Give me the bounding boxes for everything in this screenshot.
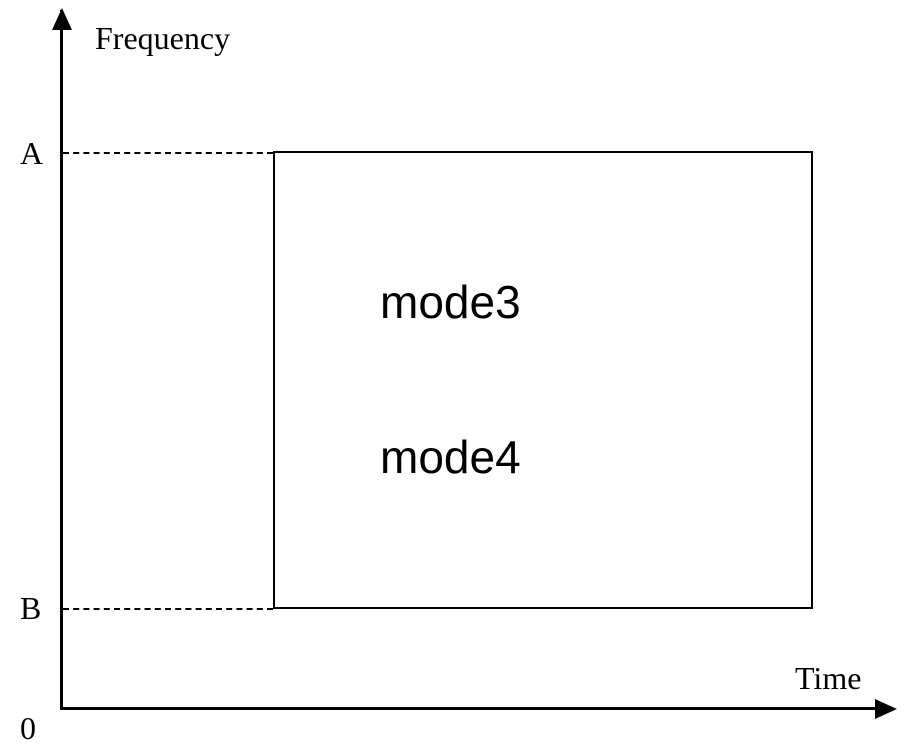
y-tick-b-label: B xyxy=(20,590,41,627)
resource-block-box xyxy=(273,151,813,609)
y-axis-line xyxy=(60,10,63,710)
mode4-label: mode4 xyxy=(380,430,521,484)
y-axis-label: Frequency xyxy=(95,20,230,57)
x-axis-line xyxy=(60,707,880,710)
diagram-container: Frequency Time 0 A B mode3 mode4 xyxy=(60,10,890,730)
y-axis-arrow-icon xyxy=(52,8,72,30)
mode3-label: mode3 xyxy=(380,275,521,329)
x-axis-arrow-icon xyxy=(875,699,897,719)
dashed-reference-line-b xyxy=(63,608,273,610)
dashed-reference-line-a xyxy=(63,152,273,154)
y-tick-a-label: A xyxy=(20,135,43,172)
origin-label: 0 xyxy=(20,710,36,747)
x-axis-label: Time xyxy=(795,660,861,697)
